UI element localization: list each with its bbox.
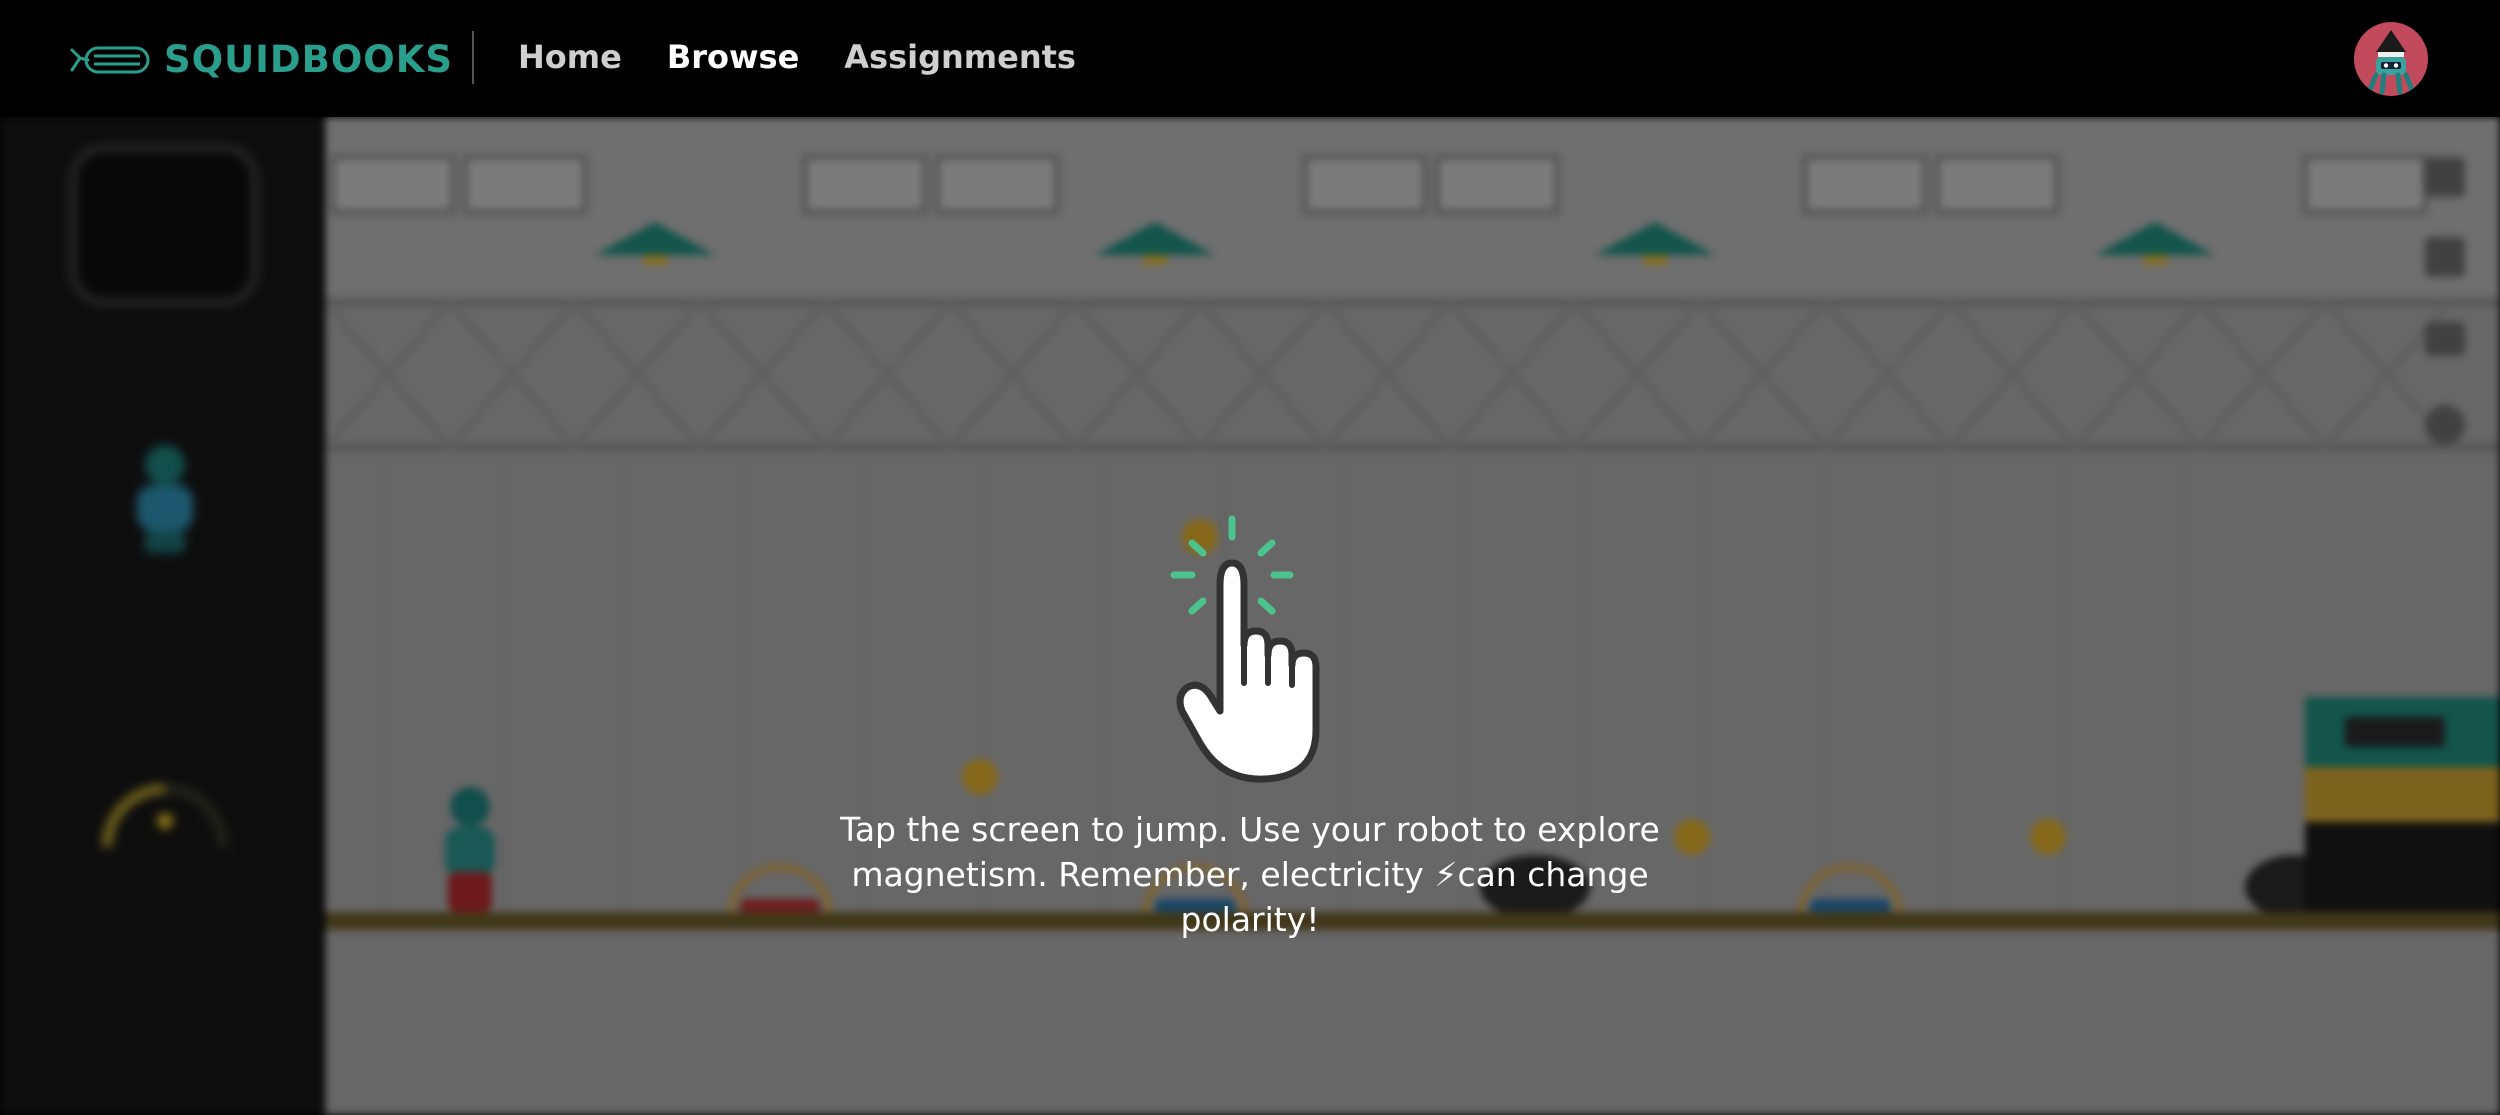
tap-hand-icon: [1170, 515, 1320, 783]
squidbooks-logo[interactable]: SQUIDBOOKS: [70, 38, 453, 81]
instructions-line-2: magnetism. Remember, electricity ⚡can ch…: [851, 855, 1649, 939]
nav-assignments-link[interactable]: Assignments: [844, 38, 1076, 76]
nav-divider: [472, 31, 474, 84]
main-nav: Home Browse Assignments: [518, 38, 1076, 76]
game-stage[interactable]: Tap the screen to jump. Use your robot t…: [0, 117, 2500, 1115]
nav-home-link[interactable]: Home: [518, 38, 622, 76]
logo-wordmark: SQUIDBOOKS: [164, 38, 454, 81]
tutorial-instructions: Tap the screen to jump. Use your robot t…: [800, 807, 1700, 942]
instructions-line-1: Tap the screen to jump. Use your robot t…: [840, 810, 1660, 849]
top-navigation-bar: SQUIDBOOKS Home Browse Assignments: [0, 0, 2500, 117]
nav-browse-link[interactable]: Browse: [667, 38, 799, 76]
avatar-icon: [2367, 30, 2415, 95]
whale-logo-icon: [70, 46, 150, 73]
user-avatar[interactable]: [2354, 22, 2428, 96]
